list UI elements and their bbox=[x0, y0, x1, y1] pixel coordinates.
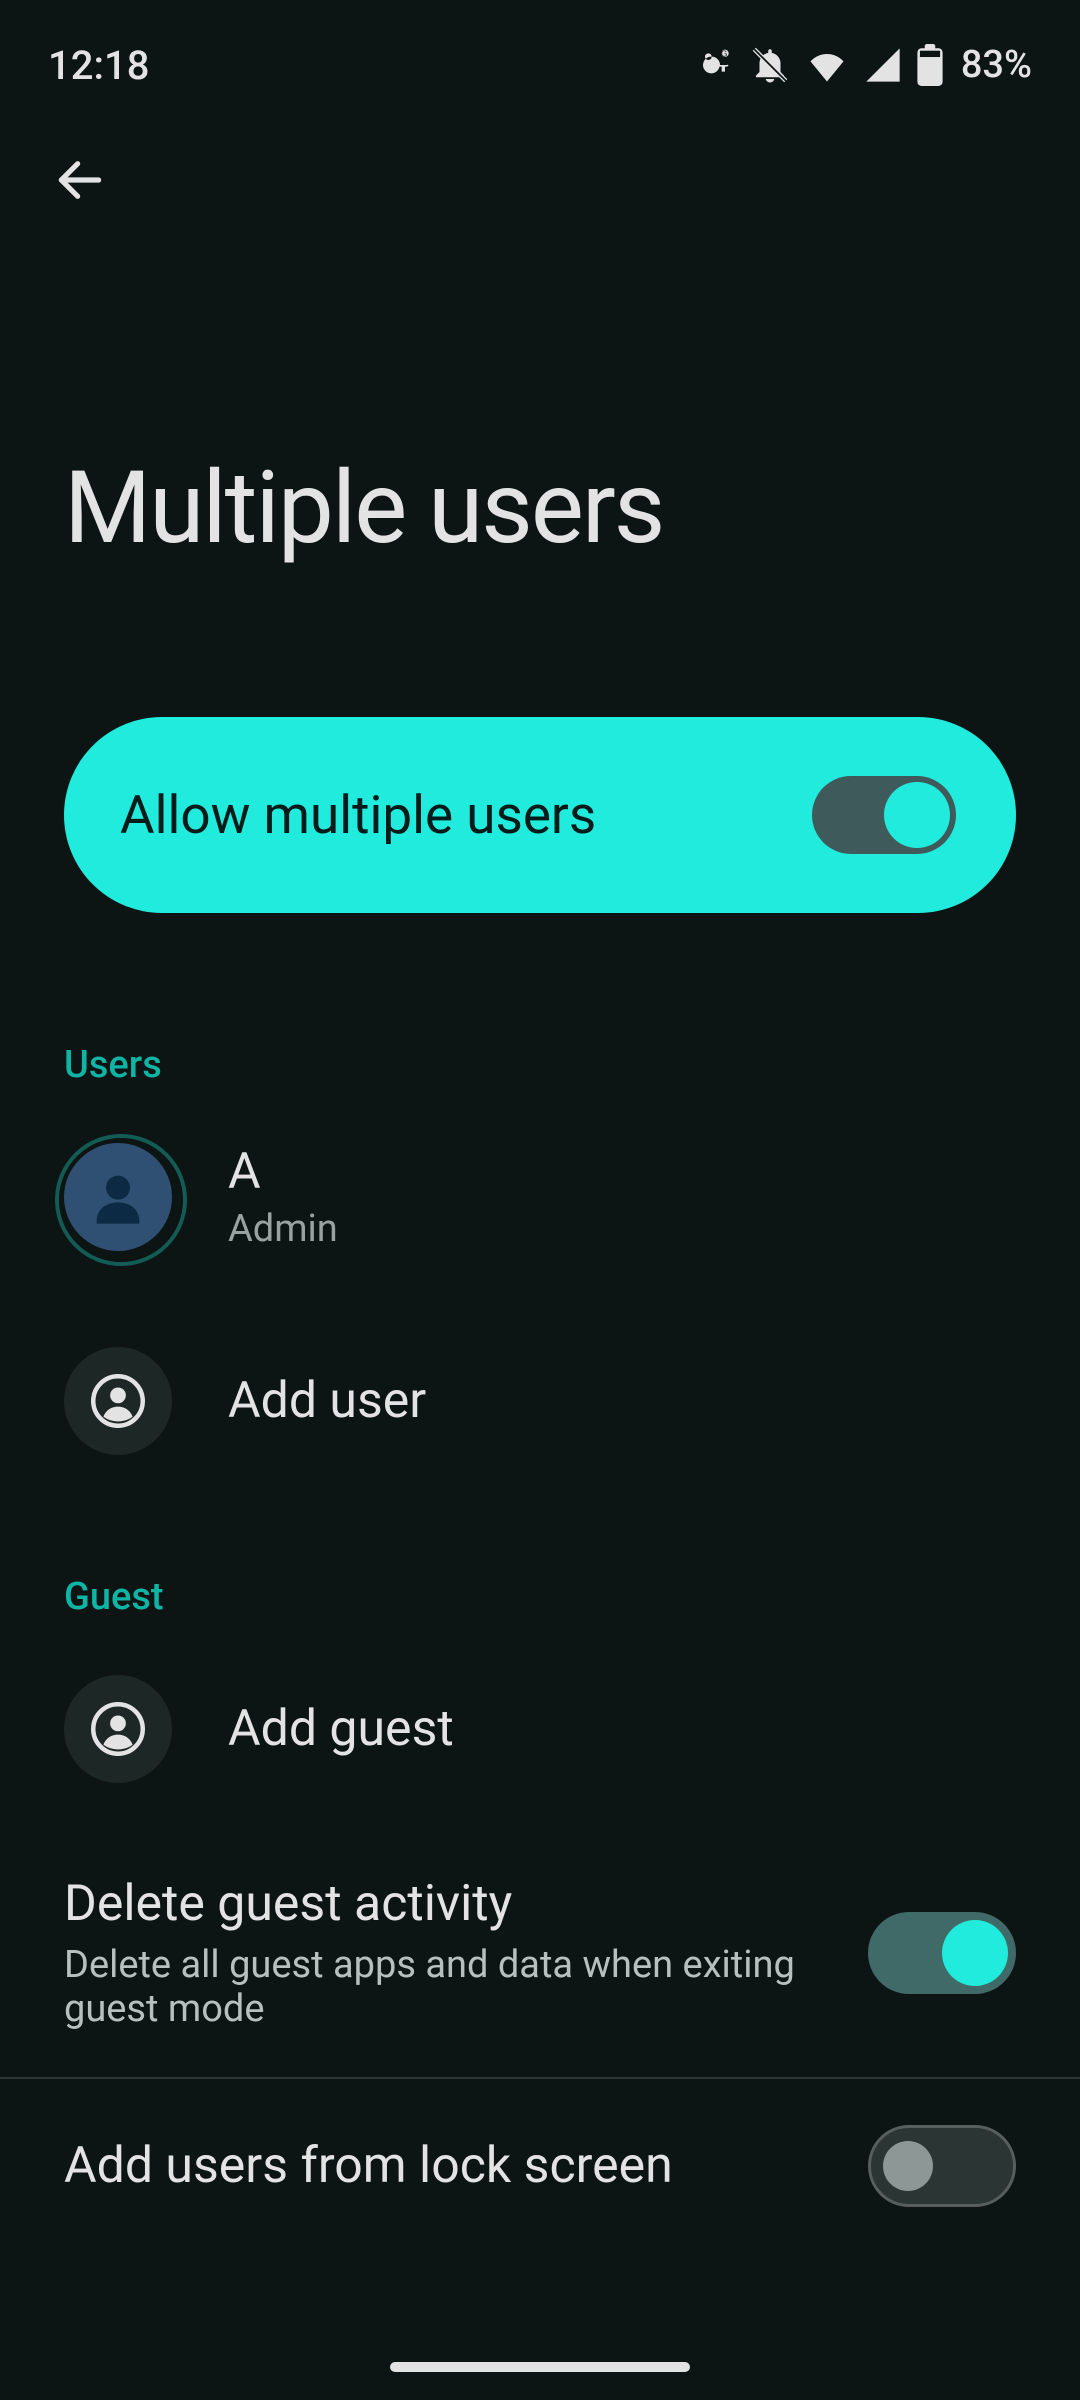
allow-multiple-users-row[interactable]: Allow multiple users bbox=[64, 717, 1016, 913]
add-users-lockscreen-row[interactable]: Add users from lock screen bbox=[0, 2089, 1080, 2243]
guest-icon bbox=[91, 1702, 145, 1756]
divider bbox=[0, 2077, 1080, 2079]
add-users-lockscreen-title: Add users from lock screen bbox=[64, 2137, 673, 2195]
cellular-signal-icon bbox=[863, 45, 903, 85]
user-name: A bbox=[228, 1143, 338, 1201]
add-guest-label: Add guest bbox=[228, 1700, 454, 1758]
add-users-lockscreen-toggle[interactable] bbox=[868, 2125, 1016, 2207]
add-guest-row[interactable]: Add guest bbox=[0, 1619, 1080, 1839]
back-button[interactable] bbox=[40, 140, 120, 220]
delete-guest-activity-subtitle: Delete all guest apps and data when exit… bbox=[64, 1943, 868, 2031]
avatar bbox=[64, 1143, 172, 1251]
add-user-row[interactable]: Add user bbox=[0, 1307, 1080, 1495]
add-user-label: Add user bbox=[228, 1372, 426, 1430]
person-add-icon bbox=[91, 1374, 145, 1428]
delete-guest-activity-title: Delete guest activity bbox=[64, 1875, 868, 1933]
arrow-left-icon bbox=[52, 152, 108, 208]
add-guest-icon-circle bbox=[64, 1675, 172, 1783]
person-icon bbox=[86, 1165, 150, 1229]
status-icons: G 83% bbox=[695, 43, 1032, 87]
status-time: 12:18 bbox=[48, 42, 149, 89]
allow-multiple-users-label: Allow multiple users bbox=[120, 784, 596, 846]
section-header-users: Users bbox=[0, 913, 1080, 1087]
section-header-guest: Guest bbox=[0, 1495, 1080, 1619]
status-bar: 12:18 G 83% bbox=[0, 0, 1080, 100]
nav-handle[interactable] bbox=[390, 2362, 690, 2372]
delete-guest-activity-row[interactable]: Delete guest activity Delete all guest a… bbox=[0, 1839, 1080, 2067]
page-title: Multiple users bbox=[0, 220, 1080, 567]
user-role: Admin bbox=[228, 1207, 338, 1251]
svg-text:G: G bbox=[721, 49, 727, 59]
battery-icon bbox=[917, 44, 943, 86]
battery-percent: 83% bbox=[961, 43, 1032, 87]
user-row-admin[interactable]: A Admin bbox=[0, 1087, 1080, 1307]
add-user-icon-circle bbox=[64, 1347, 172, 1455]
allow-multiple-users-toggle[interactable] bbox=[812, 776, 956, 854]
delete-guest-activity-toggle[interactable] bbox=[868, 1912, 1016, 1994]
dnd-off-icon bbox=[749, 44, 791, 86]
vpn-key-icon: G bbox=[695, 45, 735, 85]
wifi-icon bbox=[805, 43, 849, 87]
